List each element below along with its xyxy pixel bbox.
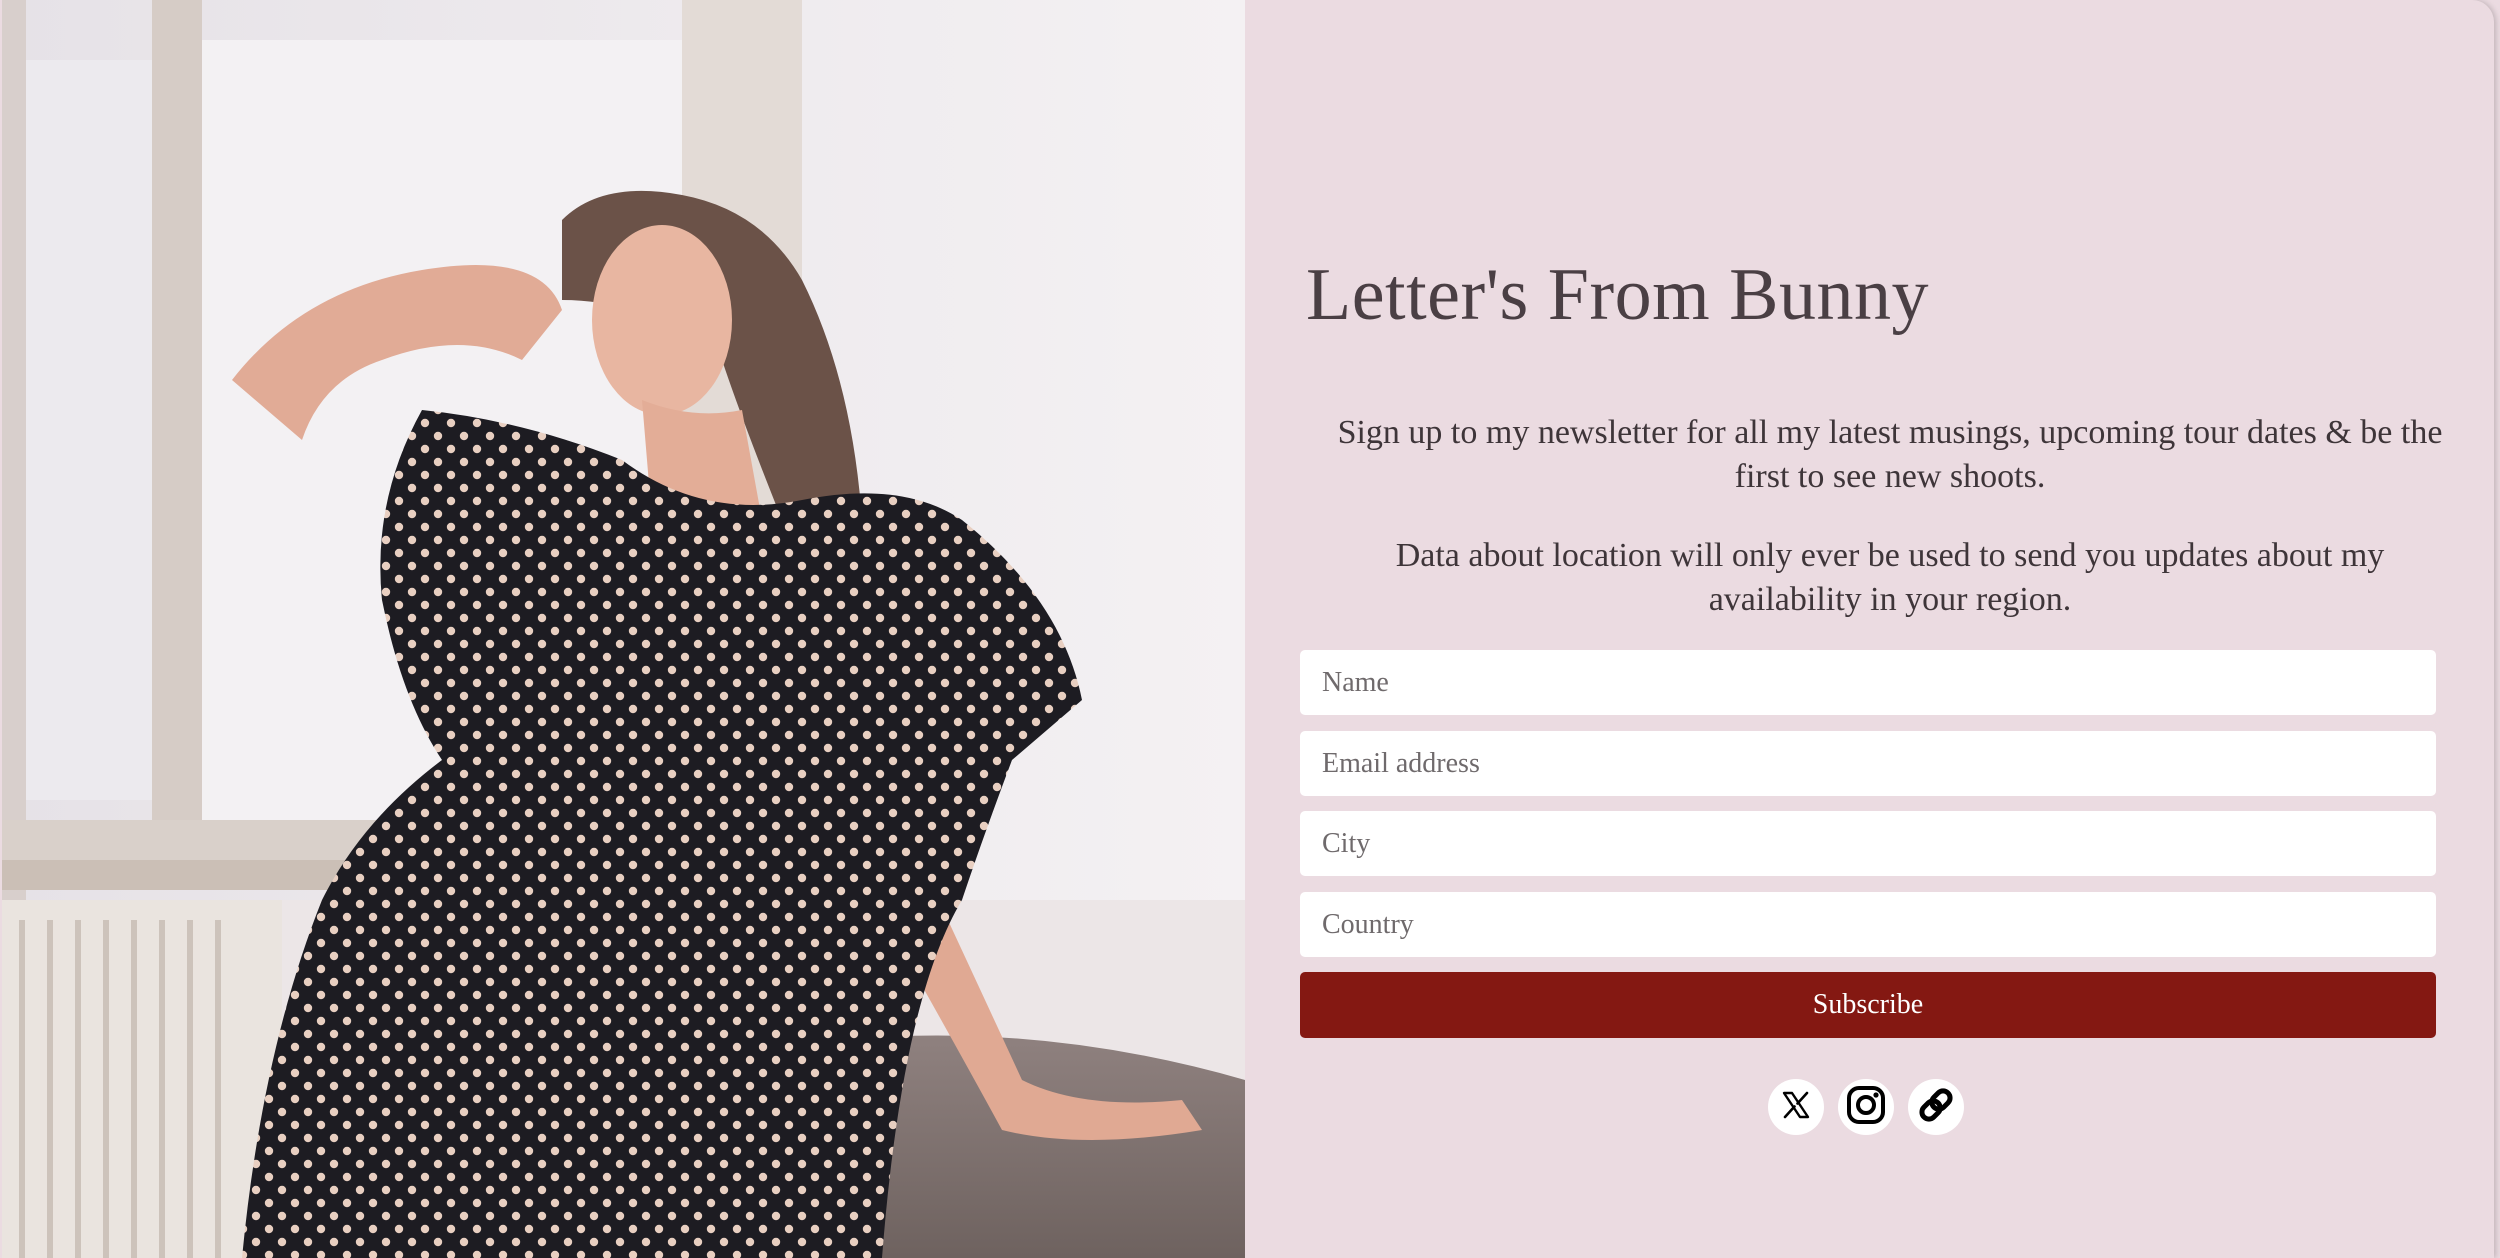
page-title: Letter's From Bunny [1306,254,1929,336]
instagram-link[interactable] [1838,1079,1894,1135]
intro-text: Sign up to my newsletter for all my late… [1337,414,2443,495]
instagram-icon [1844,1083,1888,1132]
privacy-note: Data about location will only ever be us… [1395,537,2385,618]
social-links [1768,1079,1964,1135]
x-twitter-link[interactable] [1768,1079,1824,1135]
hero-photo [2,0,1245,1258]
website-link[interactable] [1908,1079,1964,1135]
link-icon [1916,1085,1956,1130]
email-field[interactable] [1300,731,2436,796]
country-field[interactable] [1300,892,2436,957]
signup-card: Letter's From Bunny Sign up to my newsle… [0,0,2494,1258]
subscribe-button[interactable]: Subscribe [1300,972,2436,1038]
x-twitter-icon [1779,1088,1813,1127]
name-field[interactable] [1300,650,2436,715]
city-field[interactable] [1300,811,2436,876]
signup-content: Letter's From Bunny Sign up to my newsle… [1245,0,2494,1258]
